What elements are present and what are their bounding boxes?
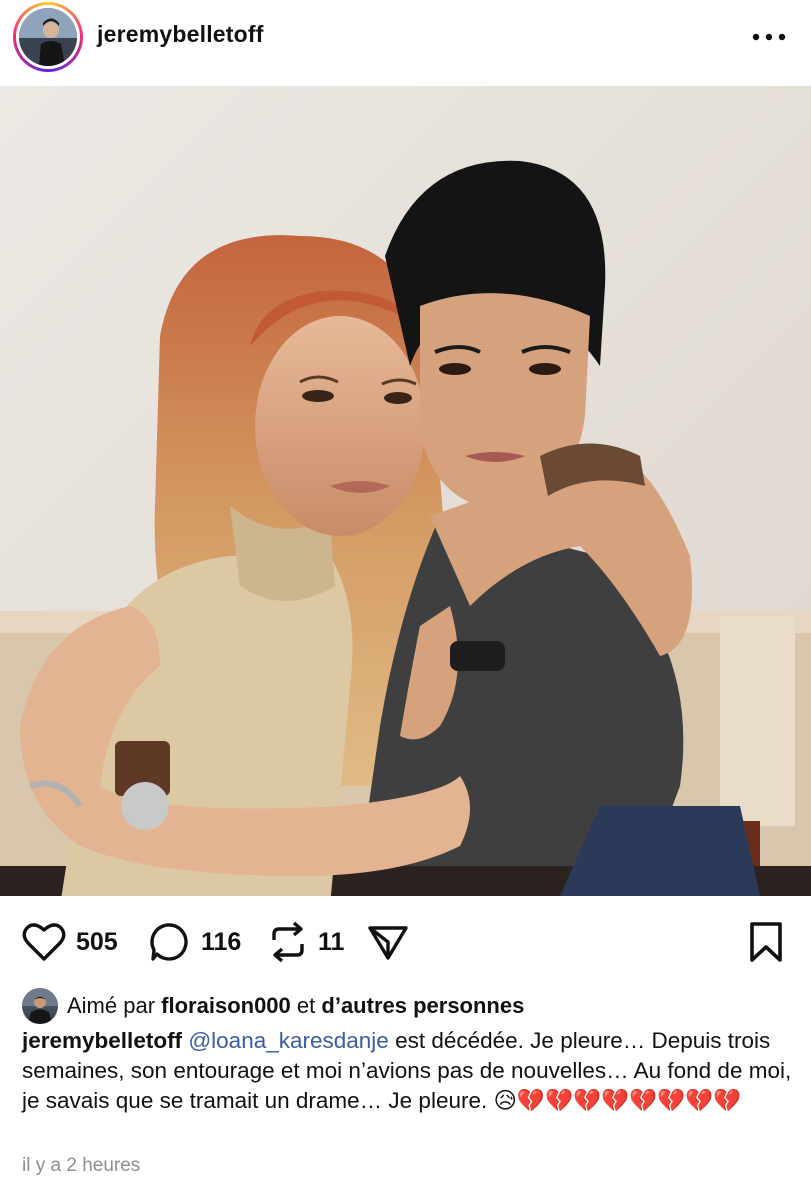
more-options-icon[interactable] bbox=[749, 22, 789, 52]
like-button[interactable]: 505 bbox=[22, 914, 118, 970]
post-username[interactable]: jeremybelletoff bbox=[97, 21, 264, 48]
avatar-border bbox=[16, 5, 80, 69]
repost-icon bbox=[272, 921, 304, 963]
liked-by-avatar[interactable] bbox=[22, 988, 58, 1024]
liked-by-user[interactable]: floraison000 bbox=[161, 993, 291, 1019]
avatar-image bbox=[19, 8, 77, 66]
comment-count: 116 bbox=[201, 927, 242, 956]
post-caption: jeremybelletoff @loana_karesdanje est dé… bbox=[22, 1026, 792, 1116]
comment-button[interactable]: 116 bbox=[149, 914, 241, 970]
send-icon bbox=[368, 926, 408, 960]
liked-by-prefix: Aimé par bbox=[67, 993, 156, 1018]
liked-by-line: Aimé par floraison000 et d’autres person… bbox=[22, 986, 524, 1026]
action-bar: 505 116 11 bbox=[0, 914, 811, 970]
caption-username[interactable]: jeremybelletoff bbox=[22, 1028, 182, 1053]
heart-icon bbox=[22, 923, 66, 961]
share-button[interactable] bbox=[366, 914, 410, 970]
liked-by-others[interactable]: d’autres personnes bbox=[321, 993, 524, 1019]
bookmark-icon bbox=[750, 922, 782, 962]
caption-mention[interactable]: @loana_karesdanje bbox=[188, 1028, 388, 1053]
post-header: jeremybelletoff bbox=[0, 0, 811, 86]
comment-icon bbox=[150, 923, 188, 961]
liked-by-middle: et bbox=[296, 993, 316, 1018]
post-image[interactable] bbox=[0, 86, 811, 896]
repost-count: 11 bbox=[318, 927, 345, 956]
like-count: 505 bbox=[76, 927, 118, 956]
profile-avatar[interactable] bbox=[13, 2, 83, 72]
repost-button[interactable]: 11 bbox=[268, 914, 344, 970]
save-button[interactable] bbox=[748, 914, 784, 970]
post-timestamp: il y a 2 heures bbox=[22, 1155, 141, 1176]
